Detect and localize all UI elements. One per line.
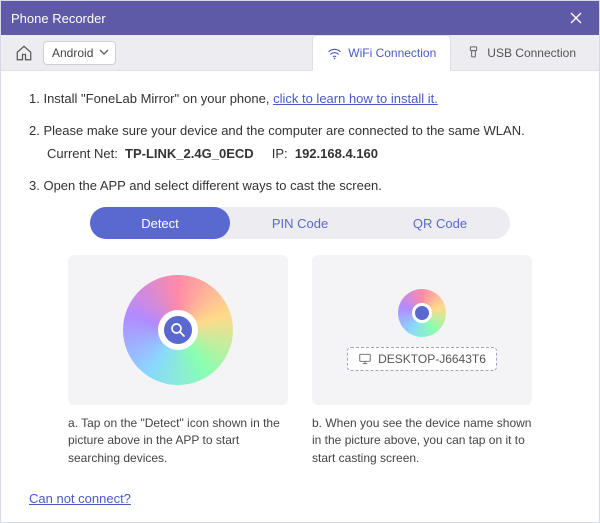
step-1-text: 1. Install "FoneLab Mirror" on your phon… (29, 91, 273, 106)
detect-illustration (68, 255, 288, 405)
ip-value: 192.168.4.160 (295, 146, 378, 161)
platform-select[interactable]: Android (43, 41, 116, 65)
net-label: Current Net: (47, 146, 118, 161)
caption-b: b. When you see the device name shown in… (312, 415, 532, 467)
step-1: 1. Install "FoneLab Mirror" on your phon… (29, 89, 571, 109)
network-info: Current Net: TP-LINK_2.4G_0ECD IP: 192.1… (29, 144, 571, 164)
footer: Can not connect? (1, 476, 599, 522)
close-icon[interactable] (563, 11, 589, 25)
install-help-link[interactable]: click to learn how to install it. (273, 91, 438, 106)
window-title: Phone Recorder (11, 11, 563, 26)
tab-wifi-connection[interactable]: WiFi Connection (312, 35, 451, 71)
tab-usb-label: USB Connection (487, 46, 576, 60)
color-wheel-icon (123, 275, 233, 385)
titlebar: Phone Recorder (1, 1, 599, 35)
device-name: DESKTOP-J6643T6 (378, 352, 486, 366)
chevron-down-icon (99, 47, 109, 57)
monitor-icon (358, 352, 372, 366)
step-3: 3. Open the APP and select different way… (29, 176, 571, 196)
cannot-connect-link[interactable]: Can not connect? (29, 491, 131, 506)
home-icon[interactable] (9, 38, 39, 68)
net-value: TP-LINK_2.4G_0ECD (125, 146, 254, 161)
device-illustration: DESKTOP-J6643T6 (312, 255, 532, 405)
panel-detect: a. Tap on the "Detect" icon shown in the… (68, 255, 288, 467)
step-2: 2. Please make sure your device and the … (29, 121, 571, 164)
device-chip[interactable]: DESKTOP-J6643T6 (347, 347, 497, 371)
caption-a: a. Tap on the "Detect" icon shown in the… (68, 415, 288, 467)
ip-label: IP: (272, 146, 288, 161)
panel-device: DESKTOP-J6643T6 b. When you see the devi… (312, 255, 532, 467)
segment-detect[interactable]: Detect (90, 207, 230, 239)
illustration-panels: a. Tap on the "Detect" icon shown in the… (29, 255, 571, 467)
content-area: 1. Install "FoneLab Mirror" on your phon… (1, 71, 599, 476)
platform-value: Android (52, 46, 93, 60)
wifi-icon (327, 46, 342, 61)
toolbar: Android WiFi Connection USB Connection (1, 35, 599, 71)
tab-usb-connection[interactable]: USB Connection (451, 35, 591, 71)
cast-mode-segments: Detect PIN Code QR Code (90, 207, 510, 239)
segment-qr-code[interactable]: QR Code (370, 207, 510, 239)
step-2-text: 2. Please make sure your device and the … (29, 121, 571, 141)
color-wheel-small-icon (398, 289, 446, 337)
app-window: Phone Recorder Android WiFi Connection U… (0, 0, 600, 523)
search-icon (158, 310, 198, 350)
tab-wifi-label: WiFi Connection (348, 46, 436, 60)
segment-pin-code[interactable]: PIN Code (230, 207, 370, 239)
usb-icon (466, 45, 481, 60)
